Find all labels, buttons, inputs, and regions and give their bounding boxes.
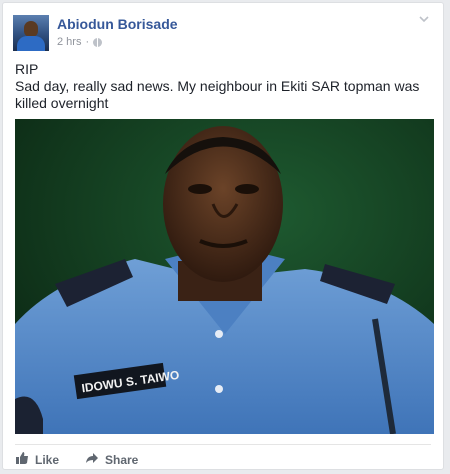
like-label: Like bbox=[35, 452, 60, 467]
avatar-head bbox=[24, 21, 38, 37]
post-text: RIP Sad day, really sad news. My neighbo… bbox=[15, 61, 435, 112]
actions-divider bbox=[15, 444, 431, 445]
meta-separator: · bbox=[85, 36, 90, 48]
post-text-line: RIP bbox=[15, 61, 39, 77]
thumbs-up-icon bbox=[15, 451, 29, 468]
post-time[interactable]: 2 hrs bbox=[57, 36, 81, 48]
author-name[interactable]: Abiodun Borisade bbox=[57, 16, 178, 32]
avatar-body bbox=[17, 36, 45, 51]
author-avatar[interactable] bbox=[13, 15, 49, 51]
share-arrow-icon bbox=[85, 451, 99, 468]
post-card: Abiodun Borisade 2 hrs · RIP Sad day, re… bbox=[2, 2, 444, 470]
share-button[interactable]: Share bbox=[85, 451, 138, 468]
share-label: Share bbox=[105, 452, 139, 467]
post-photo[interactable]: IDOWU S. TAIWO bbox=[15, 119, 434, 434]
post-meta: 2 hrs · bbox=[57, 36, 103, 48]
post-text-line: Sad day, really sad news. My neighbour i… bbox=[15, 78, 420, 111]
like-button[interactable]: Like bbox=[15, 451, 59, 468]
globe-icon[interactable] bbox=[93, 37, 103, 47]
chevron-down-icon[interactable] bbox=[417, 13, 431, 27]
